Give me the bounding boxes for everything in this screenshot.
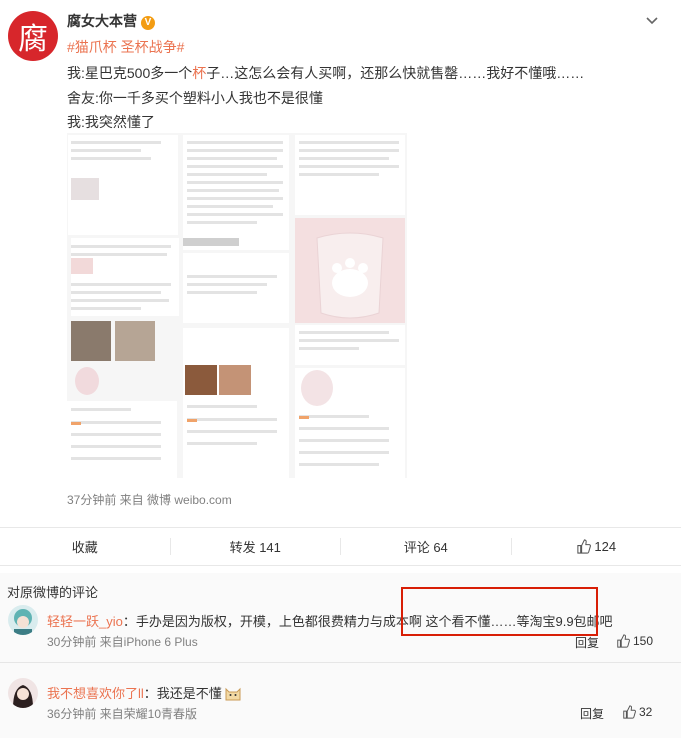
highlight-box <box>401 587 598 636</box>
repost-label: 转发 141 <box>229 540 281 555</box>
verified-badge-icon: V <box>141 16 155 30</box>
repost-button[interactable]: 转发 141 <box>171 528 341 565</box>
comment-like-count: 32 <box>639 705 653 719</box>
comment-like-button[interactable]: 32 <box>622 705 652 719</box>
post-text-part: 子…这怎么会有人买啊，还那么快就售罄……我好不懂哦…… <box>206 65 585 81</box>
thumbs-up-icon <box>577 539 592 554</box>
comment-meta: 30分钟前 来自iPhone 6 Plus <box>47 635 198 649</box>
weibo-post: 腐 腐女大本营 V #猫爪杯 圣杯战争# 我:星巴克500多一个杯子…这怎么会有人… <box>0 0 681 527</box>
post-text-line-3: 我:我突然懂了 <box>67 114 155 130</box>
post-image-collage[interactable] <box>67 133 407 478</box>
like-button[interactable]: 124 <box>512 528 681 565</box>
post-text-line-1: 我:星巴克500多一个杯子…这怎么会有人买啊，还那么快就售罄……我好不懂哦…… <box>67 63 584 83</box>
commenter-avatar[interactable] <box>8 678 38 708</box>
action-bar: 收藏 转发 141 评论 64 124 <box>0 527 681 566</box>
post-text-highlight[interactable]: 杯 <box>192 65 206 81</box>
post-meta: 37分钟前 来自 微博 weibo.com <box>67 493 232 507</box>
thumbs-up-icon <box>623 705 636 719</box>
author-avatar[interactable]: 腐 <box>8 11 58 61</box>
thumbs-up-icon <box>617 634 630 648</box>
favorite-button[interactable]: 收藏 <box>0 528 170 565</box>
comment-divider <box>0 662 681 663</box>
comment-meta: 36分钟前 来自荣耀10青春版 <box>47 707 198 721</box>
comment-label: 评论 64 <box>403 540 448 555</box>
comments-title: 对原微博的评论 <box>7 585 99 600</box>
comment-button[interactable]: 评论 64 <box>341 528 511 565</box>
reply-button[interactable]: 回复 <box>575 634 599 651</box>
author-name[interactable]: 腐女大本营 V <box>67 11 155 31</box>
commenter-name[interactable]: 我不想喜欢你了ll <box>47 686 144 701</box>
comment-body: ：我还是不懂 <box>143 686 222 701</box>
chevron-down-icon[interactable] <box>643 12 661 30</box>
comment-like-count: 150 <box>633 634 654 648</box>
like-count: 124 <box>594 539 617 554</box>
topic-hashtag[interactable]: #猫爪杯 圣杯战争# <box>67 37 184 57</box>
cat-emoji-icon <box>225 687 241 701</box>
comment-like-button[interactable]: 150 <box>616 634 653 648</box>
post-text-part: 我:星巴克500多一个 <box>67 65 193 81</box>
post-text-line-2: 舍友:你一千多买个塑料小人我也不是很懂 <box>67 90 323 106</box>
commenter-avatar[interactable] <box>8 605 38 635</box>
reply-button[interactable]: 回复 <box>580 705 604 722</box>
hashtag-link[interactable]: #猫爪杯 圣杯战争# <box>67 39 184 55</box>
author-name-text[interactable]: 腐女大本营 <box>67 13 137 29</box>
favorite-label: 收藏 <box>71 540 98 555</box>
commenter-name[interactable]: 轻轻一跃_yio <box>47 614 123 629</box>
comment-text: 我不想喜欢你了ll：我还是不懂 <box>47 683 242 702</box>
